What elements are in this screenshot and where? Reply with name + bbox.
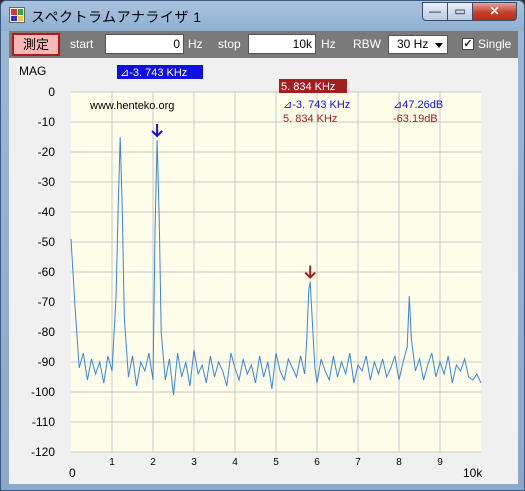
y-tick-label: -10 xyxy=(38,115,56,129)
client-area: 測定 start 0 Hz stop 10k Hz RBW 30 Hz ✓ Si… xyxy=(9,31,518,484)
x-axis-end-label: 10k xyxy=(463,466,483,480)
y-tick-label: -120 xyxy=(31,445,55,459)
single-checkbox[interactable]: ✓ xyxy=(462,38,474,50)
chevron-down-icon xyxy=(435,43,443,48)
stop-unit-label: Hz xyxy=(321,37,336,51)
y-tick-label: -70 xyxy=(38,295,56,309)
x-tick-label: 9 xyxy=(437,457,443,468)
stop-frequency-input[interactable]: 10k xyxy=(248,34,316,54)
start-label: start xyxy=(70,37,94,51)
start-frequency-input[interactable]: 0 xyxy=(105,34,184,54)
app-icon[interactable] xyxy=(9,7,25,23)
rbw-select-value: 30 Hz xyxy=(397,37,429,51)
y-tick-label: -40 xyxy=(38,205,56,219)
minimize-button[interactable]: — xyxy=(422,2,448,21)
x-tick-label: 8 xyxy=(396,457,402,468)
title-bar[interactable]: スペクトラムアナライザ 1 — ▭ ✕ xyxy=(1,1,524,29)
watermark-text: www.henteko.org xyxy=(89,100,174,112)
start-unit-label: Hz xyxy=(188,37,203,51)
x-tick-label: 3 xyxy=(191,457,197,468)
toolbar: 測定 start 0 Hz stop 10k Hz RBW 30 Hz ✓ Si… xyxy=(9,31,518,58)
window-title: スペクトラムアナライザ 1 xyxy=(31,9,202,25)
y-tick-label: -90 xyxy=(38,355,56,369)
spectrum-chart[interactable]: 0 -10 -20 -30 -40 -50 -60 -70 -80 -90 -100 -110 -120… xyxy=(9,58,518,484)
y-tick-label: -60 xyxy=(38,265,56,279)
x-tick-label: 2 xyxy=(150,457,156,468)
stop-label: stop xyxy=(218,37,241,51)
x-tick-label: 1 xyxy=(109,457,115,468)
x-tick-label: 5 xyxy=(273,457,279,468)
readout-marker-frequency: 5. 834 KHz xyxy=(283,113,337,125)
marker-box-text: 5. 834 KHz xyxy=(281,81,335,93)
x-tick-label: 7 xyxy=(355,457,361,468)
plot-panel: 0 -10 -20 -30 -40 -50 -60 -70 -80 -90 -100 -110 -120… xyxy=(9,58,518,484)
single-label: Single xyxy=(478,37,512,51)
y-tick-label: -110 xyxy=(32,415,55,429)
app-window: スペクトラムアナライザ 1 — ▭ ✕ 測定 start 0 Hz stop 1… xyxy=(0,0,525,491)
y-tick-label: -80 xyxy=(38,325,56,339)
x-axis-start-label: 0 xyxy=(69,466,76,480)
readout-delta-frequency: ⊿-3. 743 KHz xyxy=(283,99,350,111)
y-tick-label: -20 xyxy=(38,145,56,159)
rbw-label: RBW xyxy=(353,37,381,51)
x-tick-labels: 1 2 3 4 5 6 7 8 9 xyxy=(109,457,443,468)
measure-button[interactable]: 測定 xyxy=(12,33,60,56)
y-axis-title: MAG xyxy=(19,64,46,78)
maximize-button[interactable]: ▭ xyxy=(447,2,473,21)
x-tick-label: 4 xyxy=(232,457,238,468)
y-tick-label: -30 xyxy=(38,175,56,189)
y-tick-label: -100 xyxy=(31,385,55,399)
readout-marker-db: -63.19dB xyxy=(393,113,438,125)
y-tick-labels: 0 -10 -20 -30 -40 -50 -60 -70 -80 -90 -100 -110 -120 xyxy=(31,85,55,459)
rbw-select[interactable]: 30 Hz xyxy=(388,35,448,54)
y-tick-label: 0 xyxy=(48,85,55,99)
close-button[interactable]: ✕ xyxy=(472,2,517,21)
x-tick-label: 6 xyxy=(314,457,320,468)
delta-marker-box-text: ⊿-3. 743 KHz xyxy=(120,67,187,79)
y-tick-label: -50 xyxy=(38,235,56,249)
readout-delta-db: ⊿47.26dB xyxy=(393,99,443,111)
